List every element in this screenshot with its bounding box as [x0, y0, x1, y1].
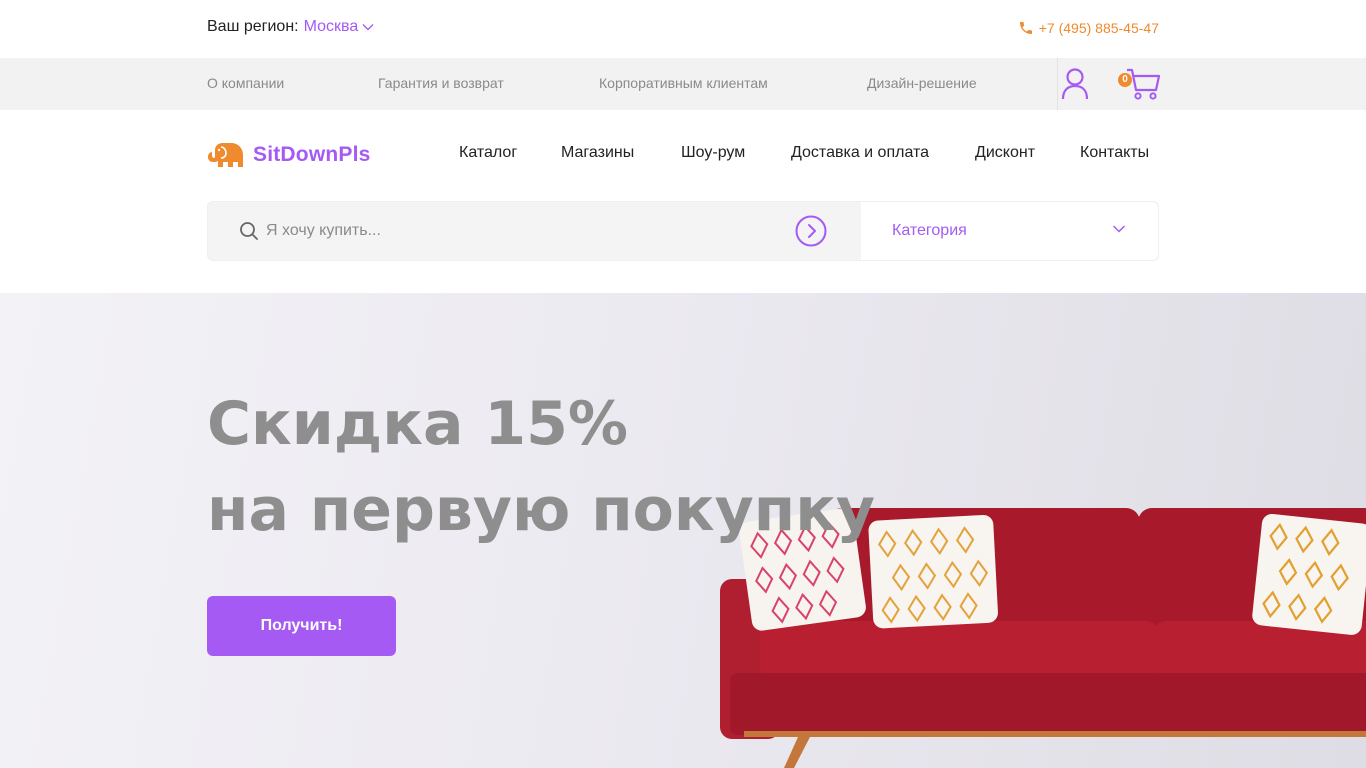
user-icon [1061, 68, 1089, 100]
phone-icon [1019, 22, 1032, 34]
search-bar: Категория [207, 201, 1159, 261]
logo-text: SitDownPls [253, 143, 371, 166]
search-input[interactable] [266, 216, 786, 246]
nav-catalog[interactable]: Каталог [459, 144, 517, 162]
region-selector: Ваш регион: Москва [207, 18, 374, 36]
region-label: Ваш регион: [207, 18, 299, 35]
phone-link[interactable]: +7 (495) 885-45-47 [1018, 20, 1159, 36]
hero-title: Скидка 15% на первую покупку [207, 381, 875, 553]
pillow-right [1252, 513, 1366, 635]
pillow-middle [868, 514, 998, 629]
get-discount-button[interactable]: Получить! [207, 596, 396, 656]
account-button[interactable] [1058, 66, 1092, 102]
search-field-area [208, 202, 861, 260]
region-city-dropdown[interactable]: Москва [304, 18, 375, 36]
chevron-down-icon [362, 24, 374, 31]
top-bar: Ваш регион: Москва +7 (495) 885-45-47 [0, 0, 1366, 58]
nav-contacts[interactable]: Контакты [1080, 144, 1149, 162]
nav-delivery[interactable]: Доставка и оплата [791, 144, 929, 162]
nav-showroom[interactable]: Шоу-рум [681, 144, 745, 162]
nav-link-about[interactable]: О компании [207, 75, 284, 91]
elephant-logo-icon [208, 143, 243, 167]
logo[interactable]: SitDownPls [207, 142, 371, 168]
nav-link-design[interactable]: Дизайн-решение [867, 75, 977, 91]
category-label: Категория [892, 222, 967, 239]
page: Ваш регион: Москва +7 (495) 885-45-47 О … [0, 0, 1366, 768]
nav-link-warranty[interactable]: Гарантия и возврат [378, 75, 504, 91]
secondary-nav: О компании Гарантия и возврат Корпоратив… [0, 58, 1366, 110]
nav-link-corporate[interactable]: Корпоративным клиентам [599, 75, 768, 91]
hero-title-line1: Скидка 15% [207, 389, 628, 459]
cart-count-badge: 0 [1118, 73, 1132, 87]
main-header: SitDownPls Каталог Магазины Шоу-рум Дост… [0, 110, 1366, 293]
search-submit-icon[interactable] [795, 215, 827, 247]
search-icon [240, 222, 258, 240]
nav-discount[interactable]: Дисконт [975, 144, 1035, 162]
nav-stores[interactable]: Магазины [561, 144, 634, 162]
cart-button[interactable]: 0 [1118, 66, 1162, 102]
hero-banner: Скидка 15% на первую покупку Получить! [0, 293, 1366, 768]
phone-number: +7 (495) 885-45-47 [1038, 20, 1159, 36]
category-select[interactable]: Категория [861, 202, 1158, 260]
chevron-down-icon [1112, 225, 1126, 233]
hero-title-line2: на первую покупку [207, 475, 876, 545]
region-city-label: Москва [303, 18, 359, 35]
